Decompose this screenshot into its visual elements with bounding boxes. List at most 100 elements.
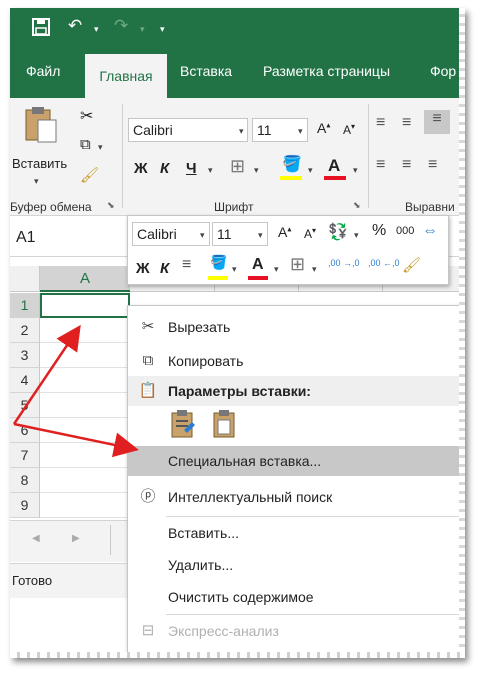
mini-grow-font-icon[interactable]: A▴ [278,224,291,240]
mini-bold-button[interactable]: Ж [136,260,150,277]
mini-merge-icon[interactable]: ⇔ [422,222,438,240]
cell-a4[interactable] [40,368,130,393]
cell-a9[interactable] [40,493,130,518]
align-bottom-icon[interactable]: ≡ [424,110,450,134]
row-header-3[interactable]: 3 [10,343,40,368]
row-header-1[interactable]: 1 [10,293,40,318]
align-center-icon[interactable]: ≡ [402,156,411,174]
select-all-corner[interactable] [10,266,40,292]
cell-a7[interactable] [40,443,130,468]
font-name-dropdown-icon[interactable]: ▾ [239,126,244,137]
font-size-value: 11 [257,122,272,138]
dialog-launcher-icon[interactable]: ⬊ [107,200,115,211]
fill-color-dropdown-icon[interactable]: ▾ [308,165,313,176]
mini-font-color-dropdown-icon[interactable]: ▾ [274,264,279,275]
font-color-icon[interactable]: A [328,156,340,176]
bold-button[interactable]: Ж [134,160,148,177]
mini-italic-button[interactable]: К [160,260,169,277]
tab-file[interactable]: Файл [26,63,60,79]
mini-shrink-font-icon[interactable]: A▾ [304,226,316,241]
column-header-a[interactable]: A [40,266,130,292]
mini-increase-decimal-icon[interactable]: ,00 →,0 [328,258,360,268]
mini-fill-dropdown-icon[interactable]: ▾ [232,264,237,275]
menu-item-paste-special[interactable]: Специальная вставка... [128,446,465,476]
ribbon: Вставить ▾ ✂ ⧉ ▾ 🖌 Буфер обмена ⬊ Calibr… [10,98,465,216]
tab-home[interactable]: Главная [85,54,167,98]
font-size-dropdown-icon[interactable]: ▾ [298,126,303,137]
menu-item-delete[interactable]: Удалить... [128,550,465,580]
paste-option-icon[interactable] [170,410,200,442]
mini-borders-dropdown-icon[interactable]: ▾ [312,264,317,275]
paste-icon[interactable] [24,106,58,147]
menu-item-smart-lookup[interactable]: ⓟ Интеллектуальный поиск [128,482,465,512]
mini-fill-color-icon[interactable]: 🪣 [210,254,227,271]
tab-page-layout[interactable]: Разметка страницы [263,63,390,79]
tab-insert[interactable]: Вставка [180,63,232,79]
font-color-swatch [324,176,346,180]
menu-item-cut[interactable]: ✂ Вырезать [128,312,465,342]
align-left-icon[interactable]: ≡ [376,156,385,174]
mini-percent-button[interactable]: % [372,222,386,240]
menu-item-insert[interactable]: Вставить... [128,518,465,548]
undo-icon[interactable]: ↶ [68,16,82,36]
mini-font-size-dropdown-icon[interactable]: ▾ [258,230,263,241]
mini-font-name-dropdown-icon[interactable]: ▾ [200,230,205,241]
context-menu: ✂ Вырезать ⧉ Копировать 📋 Параметры вста… [127,305,465,658]
row-header-4[interactable]: 4 [10,368,40,393]
clipboard-icon: 📋 [138,382,158,399]
mini-align-center-icon[interactable]: ≡ [182,256,191,274]
alignment-group-label: Выравни [405,200,455,214]
row-header-8[interactable]: 8 [10,468,40,493]
font-dialog-launcher-icon[interactable]: ⬊ [353,200,361,211]
paste-button[interactable]: Вставить [12,156,67,171]
cell-a6[interactable] [40,418,130,443]
row-header-9[interactable]: 9 [10,493,40,518]
mini-decrease-decimal-icon[interactable]: ,00 ←,0 [368,258,400,268]
row-header-5[interactable]: 5 [10,393,40,418]
scroll-left-icon[interactable]: ◀ [32,533,40,544]
name-box[interactable]: A1 [16,229,36,247]
row-header-2[interactable]: 2 [10,318,40,343]
italic-button[interactable]: К [160,160,169,177]
grow-font-icon[interactable]: A▴ [317,120,330,136]
align-right-icon[interactable]: ≡ [428,156,437,174]
underline-button[interactable]: Ч [186,160,197,177]
paste-values-icon[interactable] [212,410,242,442]
shrink-font-icon[interactable]: A▾ [343,122,355,137]
row-header-6[interactable]: 6 [10,418,40,443]
cell-a5[interactable] [40,393,130,418]
customize-toolbar-icon[interactable]: ▾ [160,24,165,35]
copy-dropdown-icon[interactable]: ▾ [98,142,103,153]
copy-icon[interactable]: ⧉ [80,136,91,153]
fill-color-icon[interactable]: 🪣 [282,154,302,174]
underline-dropdown-icon[interactable]: ▾ [208,165,213,176]
menu-item-clear-contents[interactable]: Очистить содержимое [128,582,465,612]
mini-font-color-icon[interactable]: A [252,256,264,274]
mini-format-painter-icon[interactable]: 🖌 [402,256,421,274]
menu-header-paste-options: 📋 Параметры вставки: [128,376,465,406]
cut-icon[interactable]: ✂ [80,106,93,126]
tab-formulas[interactable]: Фор [430,63,456,79]
cell-a3[interactable] [40,343,130,368]
font-color-dropdown-icon[interactable]: ▾ [353,165,358,176]
paste-dropdown-icon[interactable]: ▾ [34,176,39,187]
undo-dropdown-icon[interactable]: ▾ [94,24,99,35]
format-painter-icon[interactable]: 🖌 [80,166,99,184]
save-icon[interactable] [32,18,50,41]
cell-a2[interactable] [40,318,130,343]
align-middle-icon[interactable]: ≡ [402,114,411,132]
row-header-7[interactable]: 7 [10,443,40,468]
mini-thousands-button[interactable]: 000 [396,225,414,237]
mini-font-name-combo[interactable]: Calibri [132,222,210,246]
cell-a1[interactable] [40,293,130,318]
font-name-combo[interactable]: Calibri [128,118,248,142]
borders-icon[interactable]: ⊞ [230,156,245,177]
scroll-right-icon[interactable]: ▶ [72,533,80,544]
cell-a8[interactable] [40,468,130,493]
align-top-icon[interactable]: ≡ [376,114,385,132]
menu-item-copy[interactable]: ⧉ Копировать [128,346,465,376]
borders-dropdown-icon[interactable]: ▾ [254,165,259,176]
mini-accounting-dropdown-icon[interactable]: ▾ [354,230,359,241]
mini-borders-icon[interactable]: ⊞ [290,254,305,275]
mini-accounting-format-icon[interactable]: 💱 [328,222,348,242]
